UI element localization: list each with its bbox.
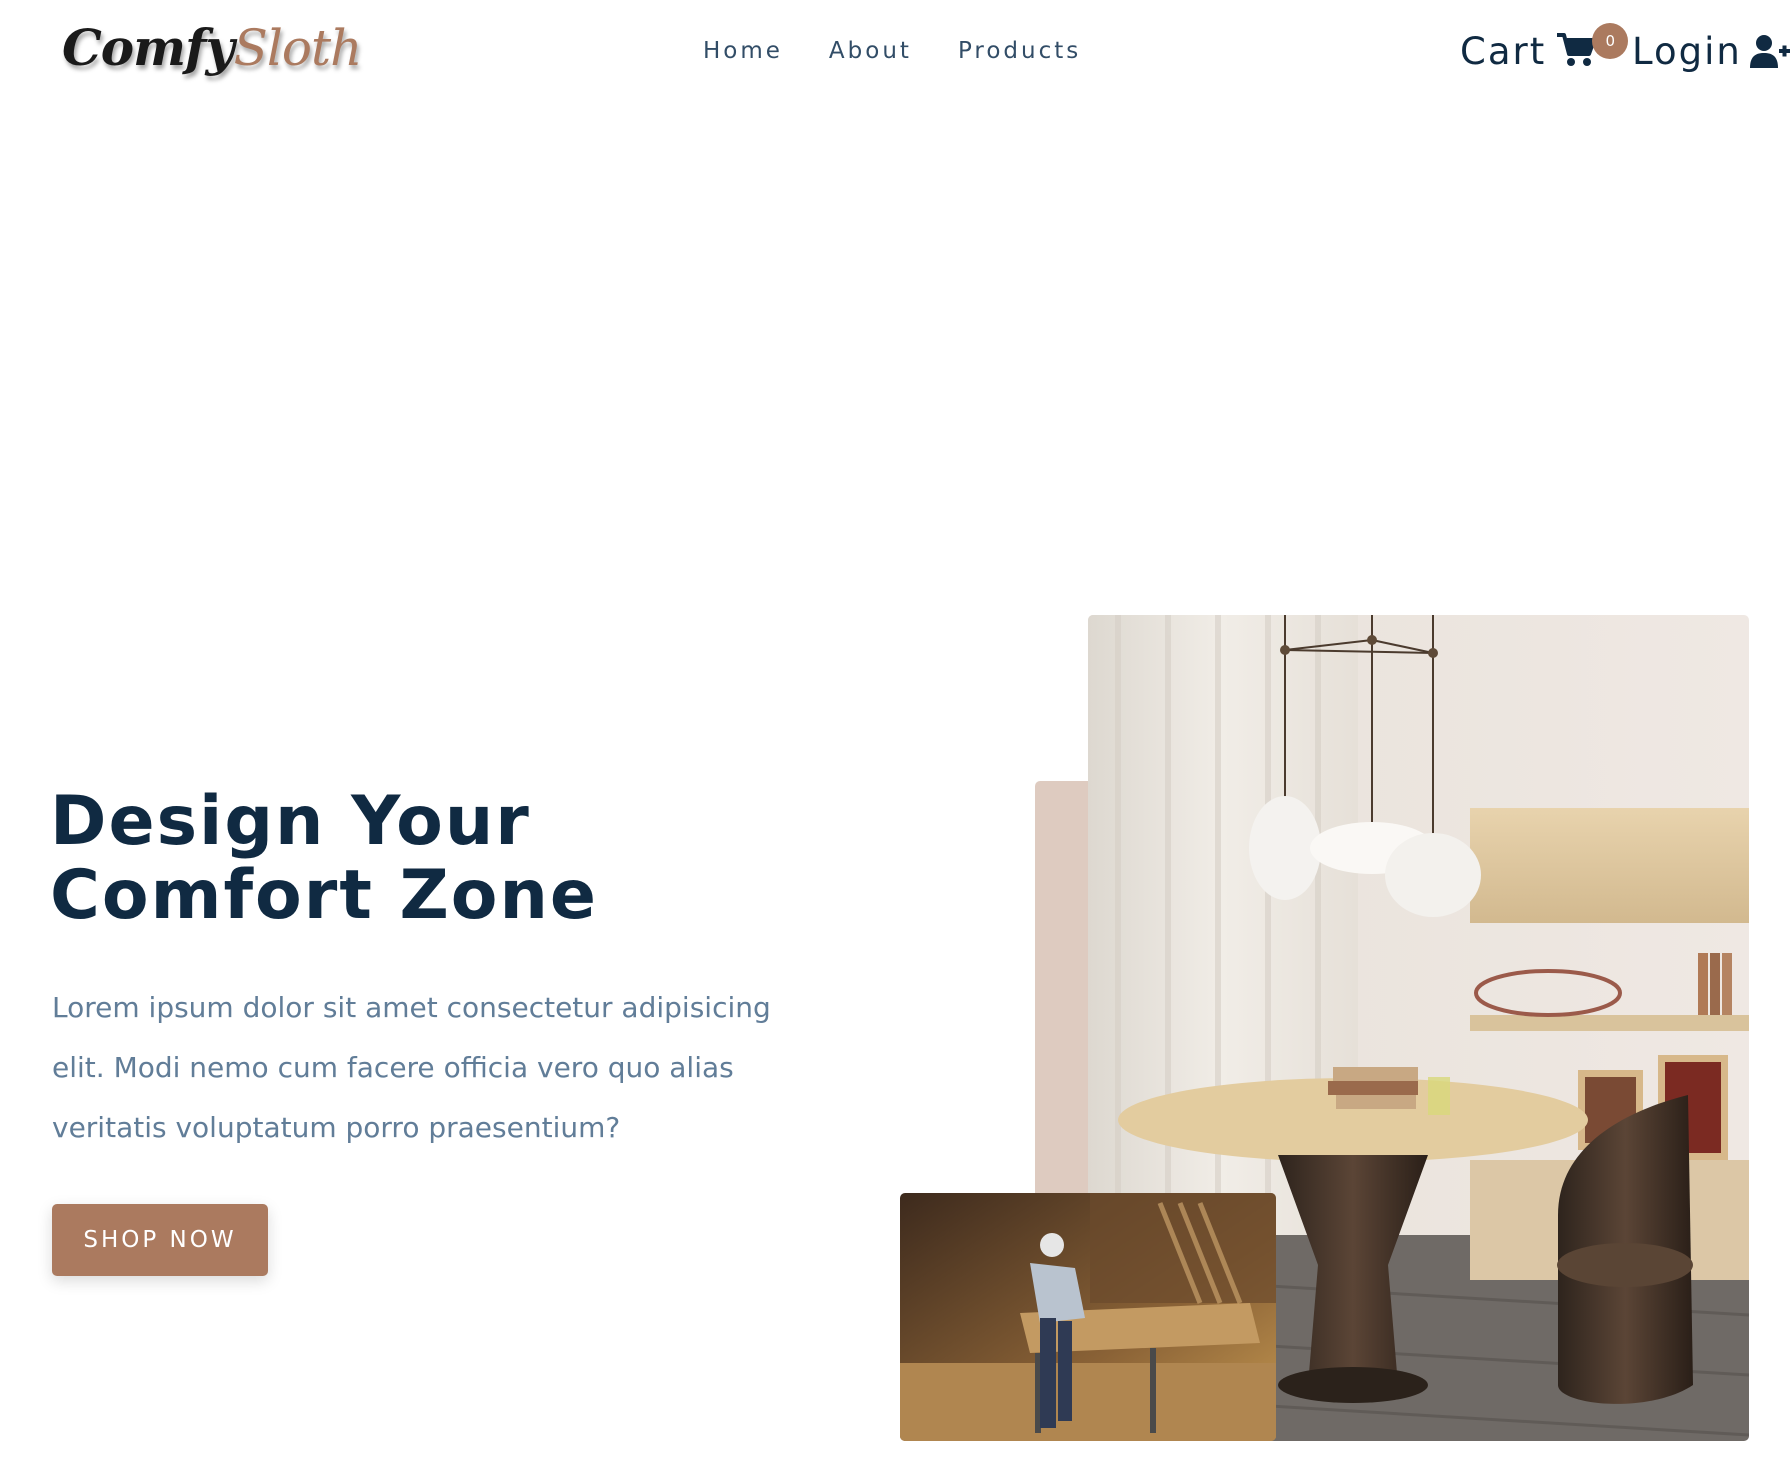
logo-part-2: Sloth bbox=[233, 19, 363, 77]
nav-link-products[interactable]: Products bbox=[958, 38, 1081, 64]
hero-title-line-2: Comfort Zone bbox=[50, 856, 599, 935]
logo-part-1: Comfy bbox=[62, 18, 235, 77]
hero-accent-image bbox=[900, 1193, 1276, 1441]
hero-description: Lorem ipsum dolor sit amet consectetur a… bbox=[52, 991, 771, 1144]
hero-title-line-1: Design Your bbox=[50, 782, 531, 861]
hero-title: Design Your Comfort Zone bbox=[50, 785, 598, 933]
login-button[interactable]: Login bbox=[1632, 30, 1790, 73]
decorative-accent-block bbox=[1035, 781, 1095, 1201]
cart-icon-wrapper: 0 bbox=[1556, 22, 1629, 72]
nav-links: Home About Products bbox=[703, 38, 1127, 64]
cart-button[interactable]: Cart 0 bbox=[1460, 22, 1629, 73]
shop-now-button[interactable]: Shop Now bbox=[52, 1204, 268, 1276]
logo[interactable]: Comfy Sloth bbox=[62, 18, 363, 88]
cart-count-badge: 0 bbox=[1592, 22, 1629, 59]
cart-icon bbox=[1557, 32, 1597, 66]
login-label: Login bbox=[1632, 30, 1742, 73]
woodworker-illustration bbox=[900, 1193, 1276, 1441]
user-plus-icon bbox=[1749, 34, 1790, 68]
navbar: Comfy Sloth Home About Products Cart 0 L… bbox=[0, 0, 1790, 115]
cart-label: Cart bbox=[1460, 30, 1547, 73]
nav-link-home[interactable]: Home bbox=[703, 38, 783, 64]
nav-link-about[interactable]: About bbox=[829, 38, 912, 64]
